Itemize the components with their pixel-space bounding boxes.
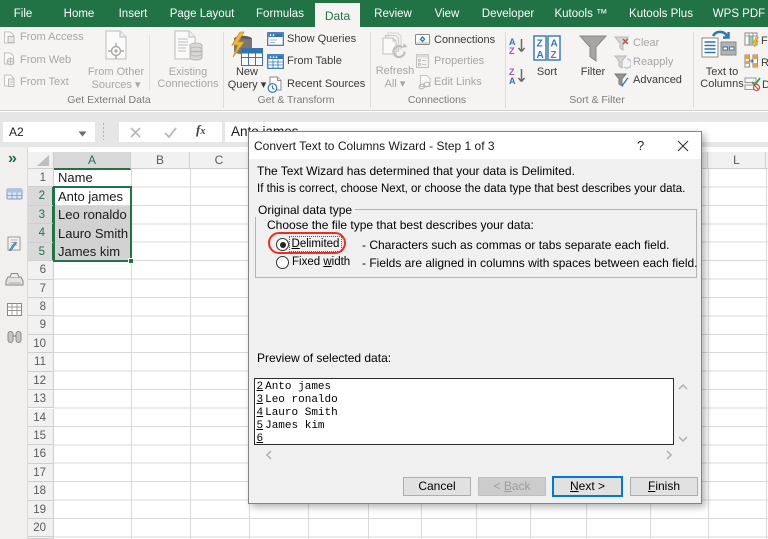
svg-text:F: F [761,35,768,47]
svg-text:R: R [761,57,768,69]
svg-text:A: A [537,50,544,61]
svg-text:A: A [551,39,558,50]
svg-text:Z: Z [509,46,515,55]
svg-text:D: D [762,79,768,91]
svg-text:A: A [509,76,516,85]
svg-text:Z: Z [537,39,543,50]
svg-text:Z: Z [551,50,557,61]
